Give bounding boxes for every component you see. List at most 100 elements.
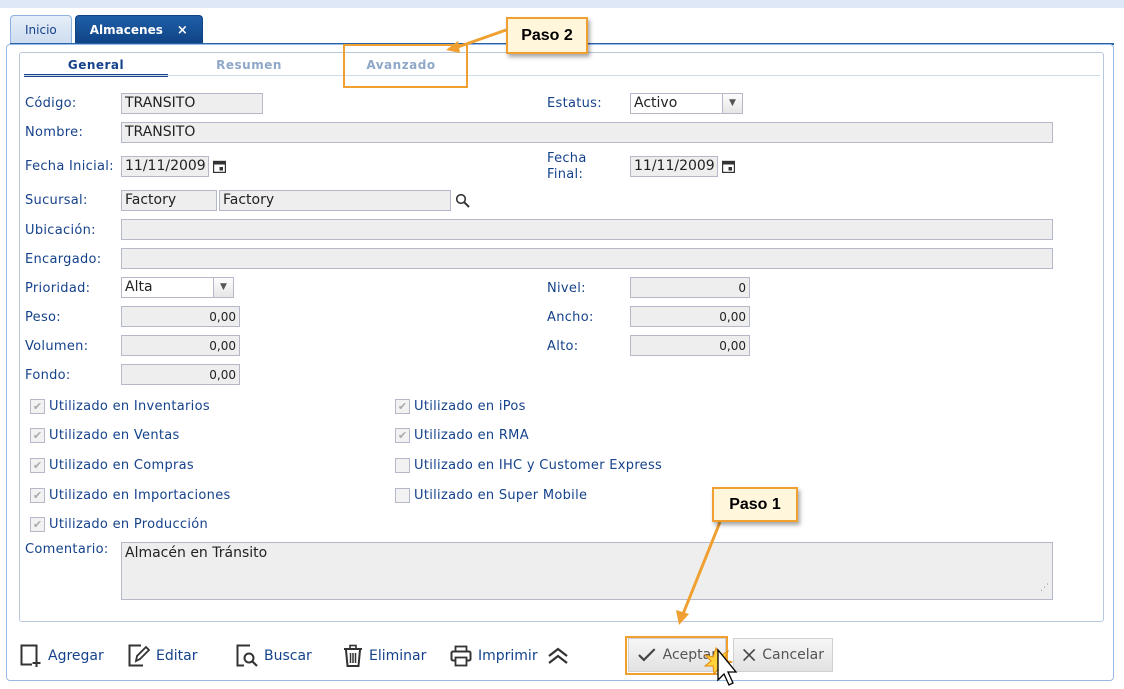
eliminar-button[interactable]: Eliminar: [343, 640, 426, 672]
edit-icon: [128, 644, 150, 667]
calendar-icon[interactable]: [720, 158, 736, 174]
checkbox-empty[interactable]: [395, 488, 410, 503]
fecha-inicial-label: Fecha Inicial:: [25, 159, 114, 174]
editar-label: Editar: [156, 648, 198, 664]
top-tab-strip: Inicio Almacenes ×: [10, 15, 203, 44]
nombre-field[interactable]: TRANSITO: [121, 122, 1053, 143]
checkbox-ipos[interactable]: ✔ Utilizado en iPos: [395, 399, 526, 414]
tab-inicio[interactable]: Inicio: [10, 15, 72, 44]
comentario-label: Comentario:: [25, 542, 109, 557]
checkbox-rma-label: Utilizado en RMA: [414, 428, 529, 443]
trash-icon: [344, 644, 362, 667]
buscar-button[interactable]: Buscar: [236, 640, 312, 672]
volumen-label: Volumen:: [25, 339, 89, 354]
fecha-final-label-line2: Final:: [547, 167, 584, 182]
nivel-field[interactable]: 0: [630, 277, 750, 298]
calendar-icon[interactable]: [211, 158, 227, 174]
aceptar-highlight: [625, 636, 728, 675]
encargado-label: Encargado:: [25, 252, 102, 267]
nivel-label: Nivel:: [547, 281, 586, 296]
paso-1-callout: Paso 1: [712, 487, 798, 522]
checkbox-ventas-label: Utilizado en Ventas: [49, 428, 180, 443]
estatus-value: Activo: [634, 95, 678, 111]
close-icon[interactable]: ×: [177, 23, 188, 38]
tab-almacenes-label: Almacenes: [89, 23, 163, 37]
buscar-label: Buscar: [264, 648, 312, 664]
estatus-select[interactable]: Activo ▼: [630, 93, 743, 114]
prioridad-select[interactable]: Alta ▼: [121, 277, 234, 298]
checkbox-ihc-label: Utilizado en IHC y Customer Express: [414, 458, 663, 473]
comentario-value: Almacén en Tránsito: [125, 545, 268, 561]
checkbox-super-mobile-label: Utilizado en Super Mobile: [414, 488, 588, 503]
tab-resumen-label: Resumen: [216, 58, 282, 72]
fecha-final-label-line1: Fecha: [547, 151, 587, 166]
fecha-final-field[interactable]: 11/11/2009: [630, 156, 718, 177]
check-icon[interactable]: ✔: [30, 517, 45, 532]
checkbox-inventarios-label: Utilizado en Inventarios: [49, 399, 210, 414]
estatus-label: Estatus:: [547, 96, 602, 111]
ubicacion-field[interactable]: [121, 219, 1053, 240]
fecha-final-label: Fecha Final:: [547, 151, 587, 183]
sub-tab-divider: [24, 75, 1100, 76]
close-icon: [743, 648, 756, 662]
sucursal-code-field[interactable]: Factory: [121, 190, 217, 211]
alto-label: Alto:: [547, 339, 579, 354]
peso-label: Peso:: [25, 310, 61, 325]
fecha-inicial-field[interactable]: 11/11/2009: [121, 156, 209, 177]
avanzado-highlight: [343, 44, 468, 88]
check-icon[interactable]: ✔: [30, 428, 45, 443]
ubicacion-label: Ubicación:: [25, 223, 96, 238]
checkbox-importaciones[interactable]: ✔ Utilizado en Importaciones: [30, 488, 231, 503]
editar-button[interactable]: Editar: [128, 640, 197, 672]
imprimir-button[interactable]: Imprimir: [450, 640, 538, 672]
check-icon[interactable]: ✔: [30, 458, 45, 473]
fondo-field[interactable]: 0,00: [121, 364, 240, 385]
checkbox-rma[interactable]: ✔ Utilizado en RMA: [395, 428, 529, 443]
ancho-label: Ancho:: [547, 310, 594, 325]
agregar-button[interactable]: Agregar: [20, 640, 104, 672]
resize-grip-icon[interactable]: ⋰: [1040, 579, 1049, 597]
checkbox-empty[interactable]: [395, 458, 410, 473]
tab-resumen[interactable]: Resumen: [192, 55, 306, 77]
checkbox-ipos-label: Utilizado en iPos: [414, 399, 526, 414]
checkbox-inventarios[interactable]: ✔ Utilizado en Inventarios: [30, 399, 210, 414]
volumen-field[interactable]: 0,00: [121, 335, 240, 356]
cancelar-button[interactable]: Cancelar: [733, 638, 833, 672]
chevron-down-icon[interactable]: ▼: [213, 278, 233, 297]
checkbox-compras-label: Utilizado en Compras: [49, 458, 194, 473]
sucursal-label: Sucursal:: [25, 193, 88, 208]
checkbox-produccion[interactable]: ✔ Utilizado en Producción: [30, 517, 208, 532]
comentario-textarea[interactable]: Almacén en Tránsito ⋰: [121, 542, 1053, 600]
search-document-icon: [236, 644, 258, 667]
prioridad-label: Prioridad:: [25, 281, 91, 296]
checkbox-ihc[interactable]: Utilizado en IHC y Customer Express: [395, 458, 662, 473]
tab-general[interactable]: General: [24, 55, 168, 77]
checkbox-compras[interactable]: ✔ Utilizado en Compras: [30, 458, 194, 473]
sucursal-name-field[interactable]: Factory: [219, 190, 451, 211]
agregar-label: Agregar: [48, 648, 104, 664]
eliminar-label: Eliminar: [369, 648, 427, 664]
chevron-down-icon[interactable]: ▼: [722, 94, 742, 113]
codigo-field[interactable]: TRANSITO: [121, 93, 263, 114]
tab-inicio-label: Inicio: [25, 23, 57, 37]
encargado-field[interactable]: [121, 248, 1053, 269]
nombre-label: Nombre:: [25, 125, 84, 140]
checkbox-super-mobile[interactable]: Utilizado en Super Mobile: [395, 488, 587, 503]
tab-almacenes[interactable]: Almacenes ×: [74, 15, 203, 44]
check-icon[interactable]: ✔: [30, 399, 45, 414]
check-icon[interactable]: ✔: [30, 488, 45, 503]
imprimir-label: Imprimir: [478, 648, 538, 664]
add-document-icon: [20, 644, 41, 668]
check-icon[interactable]: ✔: [395, 399, 410, 414]
search-icon[interactable]: [453, 191, 471, 209]
alto-field[interactable]: 0,00: [630, 335, 750, 356]
peso-field[interactable]: 0,00: [121, 306, 240, 327]
check-icon[interactable]: ✔: [395, 428, 410, 443]
ancho-field[interactable]: 0,00: [630, 306, 750, 327]
paso-2-callout: Paso 2: [506, 17, 588, 54]
fondo-label: Fondo:: [25, 368, 71, 383]
collapse-button[interactable]: [547, 640, 569, 672]
checkbox-ventas[interactable]: ✔ Utilizado en Ventas: [30, 428, 180, 443]
checkbox-importaciones-label: Utilizado en Importaciones: [49, 488, 231, 503]
printer-icon: [450, 645, 472, 667]
